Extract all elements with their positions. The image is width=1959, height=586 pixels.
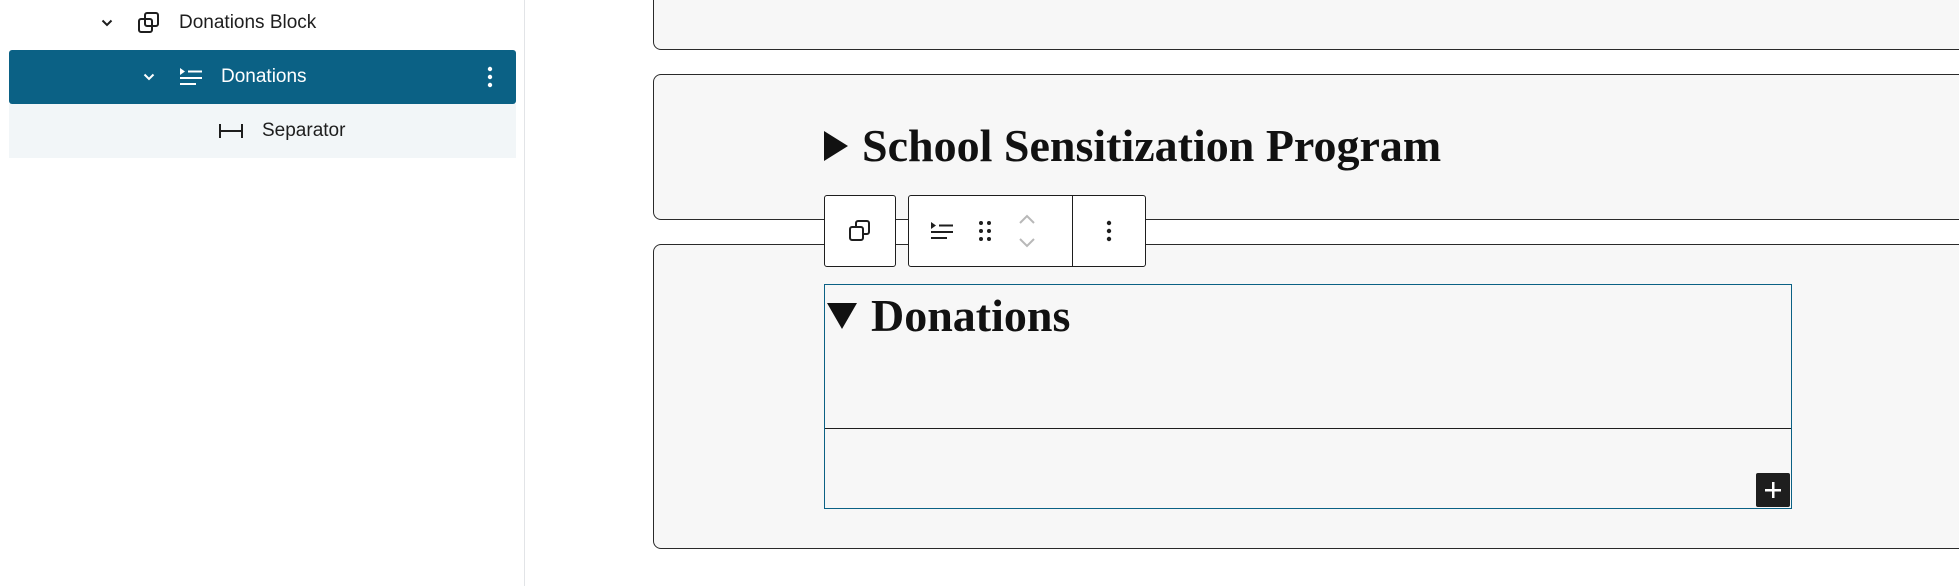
more-vertical-icon	[1106, 220, 1112, 242]
block-toolbar	[908, 195, 1146, 267]
block-inserter-button[interactable]	[1756, 473, 1790, 507]
list-view-item-donations[interactable]: Donations	[9, 50, 516, 104]
block-copy-icon	[135, 9, 163, 37]
drag-handle-icon	[979, 221, 991, 241]
more-vertical-icon[interactable]	[478, 62, 502, 92]
list-view-item-label: Donations Block	[179, 12, 317, 33]
details-summary[interactable]: School Sensitization Program	[824, 119, 1441, 172]
chevron-down-icon[interactable]	[97, 13, 117, 33]
disclosure-triangle-closed-icon	[824, 130, 848, 161]
details-block-selected[interactable]: Donations	[824, 284, 1792, 509]
toolbar-parent-group	[824, 195, 896, 267]
details-icon	[931, 222, 953, 239]
block-copy-icon	[849, 220, 870, 241]
list-view-panel: Donations Block Donations Separator	[0, 0, 525, 586]
separator-block[interactable]	[825, 428, 1791, 429]
separator-icon	[217, 117, 245, 145]
list-view-item-donations-block[interactable]: Donations Block	[9, 0, 516, 50]
details-summary-text: School Sensitization Program	[862, 120, 1442, 171]
move-down-button[interactable]	[1009, 232, 1045, 254]
move-up-button[interactable]	[1009, 208, 1045, 230]
chevron-up-icon	[1019, 214, 1035, 224]
drag-handle[interactable]	[967, 196, 1003, 266]
list-view-item-separator[interactable]: Separator	[9, 104, 516, 158]
disclosure-triangle-open-icon	[827, 302, 857, 329]
block-type-button[interactable]	[921, 196, 963, 266]
list-view-item-label: Donations	[221, 66, 307, 87]
list-view-item-label: Separator	[262, 120, 346, 141]
block-options-button[interactable]	[1073, 196, 1145, 266]
details-summary[interactable]: Donations	[827, 289, 1070, 342]
chevron-down-icon[interactable]	[139, 67, 159, 87]
details-block[interactable]: …	[653, 0, 1959, 50]
select-parent-button[interactable]	[825, 196, 895, 266]
details-icon	[177, 63, 205, 91]
chevron-down-icon	[1019, 238, 1035, 248]
details-summary-text: Donations	[871, 290, 1071, 341]
plus-icon	[1765, 482, 1781, 498]
